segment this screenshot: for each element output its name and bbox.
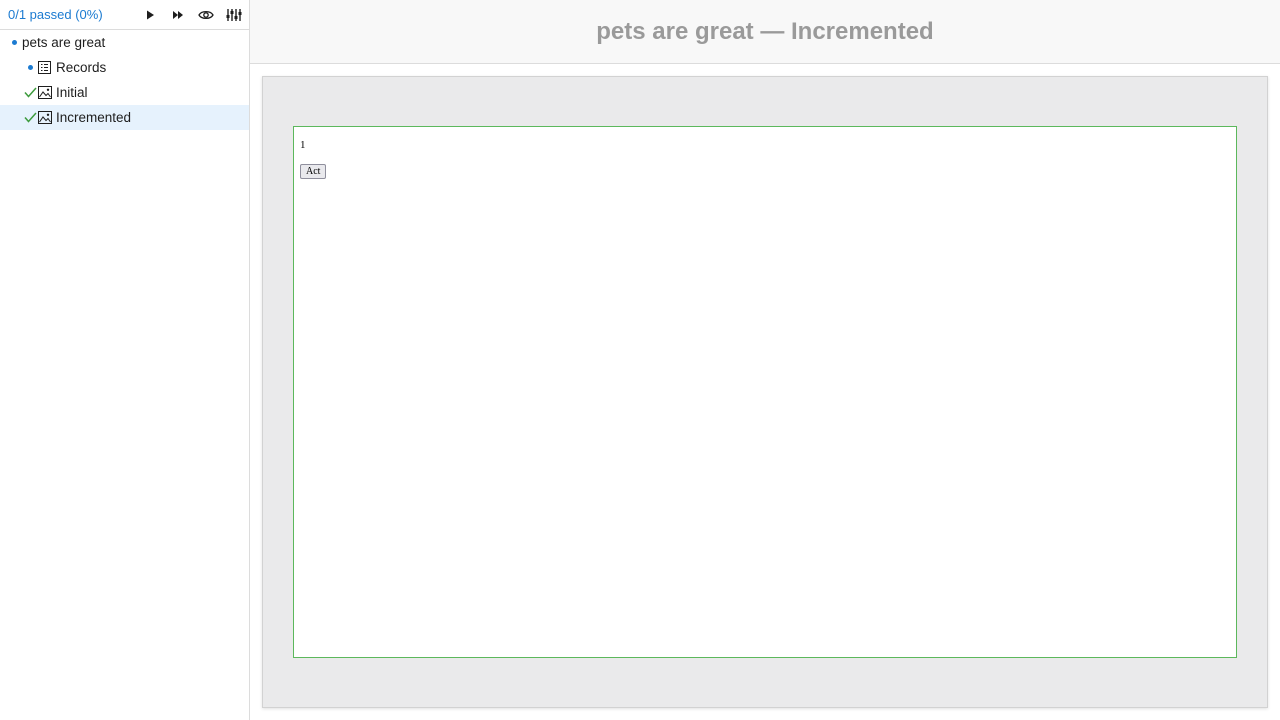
watch-button[interactable] — [196, 5, 216, 25]
run-all-button[interactable] — [168, 5, 188, 25]
page-title: pets are great — Incremented — [596, 17, 934, 45]
tree-item-label: Incremented — [56, 110, 132, 125]
component-preview: 1 Act — [293, 126, 1237, 658]
filter-button[interactable] — [224, 5, 244, 25]
list-icon — [38, 61, 51, 74]
image-icon — [38, 111, 52, 124]
tree-item-label: Records — [56, 60, 107, 75]
run-button[interactable] — [140, 5, 160, 25]
pass-status: 0/1 passed (0%) — [8, 7, 103, 22]
tree-item-label: Initial — [56, 85, 88, 100]
tree-item-initial[interactable]: Initial — [0, 80, 249, 105]
status-dot-icon — [28, 65, 33, 70]
settings-sliders-icon — [226, 9, 242, 21]
sidebar: 0/1 passed (0%) pets are great Records I… — [0, 0, 250, 720]
title-bar: pets are great — Incremented — [250, 0, 1280, 64]
main-panel: pets are great — Incremented 1 Act — [250, 0, 1280, 720]
status-dot-icon — [12, 40, 17, 45]
image-icon — [38, 86, 52, 99]
checkmark-icon — [24, 87, 37, 98]
eye-icon — [198, 10, 214, 20]
tree-item-records[interactable]: Records — [0, 55, 249, 80]
checkmark-icon — [24, 112, 37, 123]
sidebar-header: 0/1 passed (0%) — [0, 0, 249, 30]
tree-item-label: pets are great — [22, 35, 106, 50]
counter-value: 1 — [300, 139, 306, 151]
preview-stage: 1 Act — [262, 76, 1268, 708]
play-icon — [147, 10, 154, 20]
act-button[interactable]: Act — [300, 164, 327, 179]
tree-item-incremented[interactable]: Incremented — [0, 105, 249, 130]
fast-forward-icon — [173, 11, 183, 19]
tree-item-suite[interactable]: pets are great — [0, 30, 249, 55]
